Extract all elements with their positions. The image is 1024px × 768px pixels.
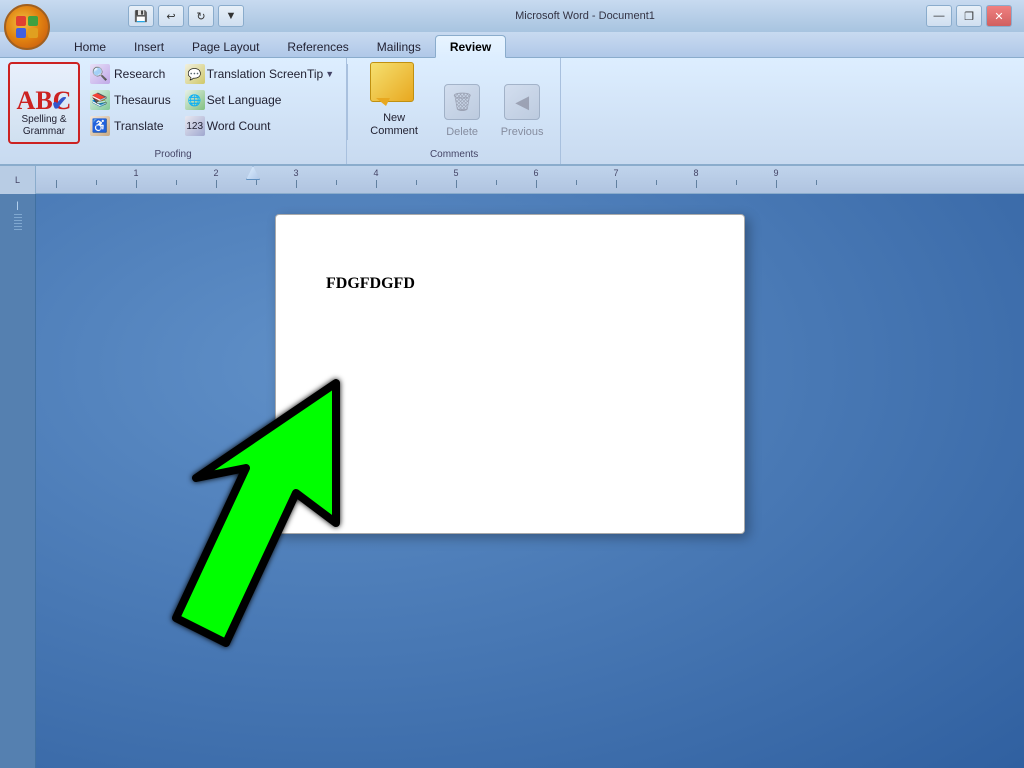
sidebar-tick-2: [14, 217, 22, 218]
delete-label: Delete: [446, 126, 478, 138]
document-area[interactable]: FDGFDGFD: [36, 194, 1024, 768]
tab-review[interactable]: Review: [435, 35, 506, 58]
word-count-icon: 123: [185, 116, 205, 136]
window-title: Microsoft Word - Document1: [250, 10, 920, 22]
proofing-buttons-col: 🔍 Research 📚 Thesaurus ♿ Translate: [86, 62, 175, 138]
proofing-label: Proofing: [0, 149, 346, 160]
tab-references[interactable]: References: [273, 36, 362, 57]
tab-mailings[interactable]: Mailings: [363, 36, 435, 57]
sidebar-ruler: |: [14, 198, 20, 212]
translate-icon: ♿: [90, 116, 110, 136]
horizontal-ruler: // Will be populated by JS 123456789: [36, 166, 1024, 193]
quick-access-toolbar: 💾 ↩ ↻ ▼: [66, 5, 244, 27]
sidebar-tick-1: [14, 214, 22, 215]
translation-screentip-button[interactable]: 💬 Translation ScreenTip ▼: [181, 62, 338, 86]
research-button[interactable]: 🔍 Research: [86, 62, 175, 86]
document-page[interactable]: FDGFDGFD: [275, 214, 745, 534]
ribbon-body: ABC ✔ Spelling & Grammar 🔍 Research 📚 Th…: [0, 58, 1024, 166]
set-language-icon: 🌐: [185, 90, 205, 110]
comments-label: Comments: [348, 149, 560, 160]
title-bar: 💾 ↩ ↻ ▼ Microsoft Word - Document1 — ❐ ✕: [0, 0, 1024, 32]
dropdown-arrow-icon: ▼: [325, 69, 334, 79]
research-icon: 🔍: [90, 64, 110, 84]
proofing-buttons-col2: 💬 Translation ScreenTip ▼ 🌐 Set Language…: [181, 62, 338, 138]
redo-button[interactable]: ↻: [188, 5, 214, 27]
delete-icon: 🗑: [444, 84, 480, 120]
save-button[interactable]: 💾: [128, 5, 154, 27]
spelling-label: Spelling & Grammar: [21, 114, 66, 138]
previous-icon: ◀: [504, 84, 540, 120]
undo-button[interactable]: ↩: [158, 5, 184, 27]
checkmark-icon: ✔: [51, 91, 68, 116]
new-comment-icon: [370, 62, 418, 100]
delete-comment-button[interactable]: 🗑 Delete: [436, 62, 488, 142]
minimize-button[interactable]: —: [926, 5, 952, 27]
spelling-grammar-button[interactable]: ABC ✔ Spelling & Grammar: [8, 62, 80, 144]
tab-insert[interactable]: Insert: [120, 36, 178, 57]
ruler-indent-marker[interactable]: [246, 166, 260, 180]
sidebar-tick-4: [14, 223, 22, 224]
new-comment-label: New Comment: [370, 112, 418, 138]
ribbon-tabs: Home Insert Page Layout References Maili…: [0, 32, 1024, 58]
translate-button[interactable]: ♿ Translate: [86, 114, 175, 138]
previous-comment-button[interactable]: ◀ Previous: [496, 62, 548, 142]
word-count-button[interactable]: 123 Word Count: [181, 114, 338, 138]
main-area: | FDGFDGFD: [0, 194, 1024, 768]
tab-home[interactable]: Home: [60, 36, 120, 57]
document-content[interactable]: FDGFDGFD: [326, 275, 694, 293]
restore-button[interactable]: ❐: [956, 5, 982, 27]
new-comment-button[interactable]: New Comment: [360, 62, 428, 142]
thesaurus-button[interactable]: 📚 Thesaurus: [86, 88, 175, 112]
customize-qat-button[interactable]: ▼: [218, 5, 244, 27]
screentip-icon: 💬: [185, 64, 205, 84]
proofing-group: ABC ✔ Spelling & Grammar 🔍 Research 📚 Th…: [0, 58, 347, 164]
previous-label: Previous: [501, 126, 544, 138]
ruler-corner[interactable]: L: [0, 166, 36, 194]
sidebar-tick-5: [14, 226, 22, 227]
page-sidebar: |: [0, 194, 36, 768]
close-button[interactable]: ✕: [986, 5, 1012, 27]
set-language-button[interactable]: 🌐 Set Language: [181, 88, 338, 112]
sidebar-tick-6: [14, 229, 22, 230]
office-button[interactable]: [4, 4, 50, 50]
comments-group: New Comment 🗑 Delete ◀ Previous Comments: [348, 58, 561, 164]
sidebar-tick-3: [14, 220, 22, 221]
thesaurus-icon: 📚: [90, 90, 110, 110]
ruler-area: L // Will be populated by JS 123456789: [0, 166, 1024, 194]
tab-page-layout[interactable]: Page Layout: [178, 36, 273, 57]
